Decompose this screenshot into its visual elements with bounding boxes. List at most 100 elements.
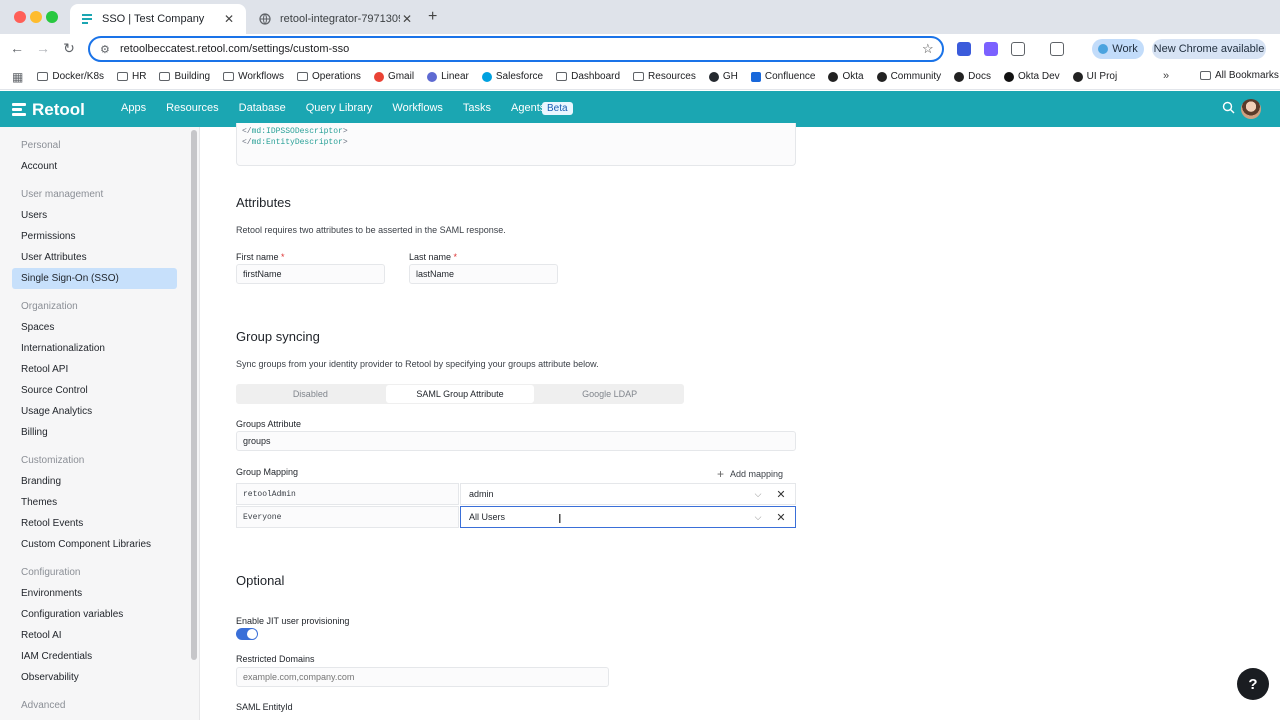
bookmark-item[interactable]: Docs <box>954 71 991 82</box>
search-icon[interactable] <box>1222 101 1235 117</box>
sidebar-item-billing[interactable]: Billing <box>21 427 48 438</box>
help-button[interactable]: ? <box>1237 668 1269 700</box>
forward-arrow-icon[interactable]: → <box>34 40 52 56</box>
retool-logo[interactable]: Retool <box>12 100 85 120</box>
update-chrome-button[interactable]: New Chrome available <box>1152 39 1266 59</box>
sidebar-scrollbar[interactable] <box>191 130 197 660</box>
bookmark-item[interactable]: UI Proj <box>1072 71 1117 82</box>
folder-icon <box>159 72 171 81</box>
remove-mapping-close-icon[interactable]: ✕ <box>775 488 787 501</box>
more-bookmarks-chevron-icon[interactable]: » <box>1163 70 1169 82</box>
window-close-button[interactable] <box>14 11 26 23</box>
sidebar-item-source-control[interactable]: Source Control <box>21 385 88 396</box>
jit-provisioning-toggle[interactable] <box>236 628 258 640</box>
chevron-down-icon[interactable]: ⌵ <box>751 512 765 523</box>
all-bookmarks[interactable]: All Bookmarks <box>1200 70 1279 81</box>
last-name-field[interactable]: lastName <box>409 264 558 284</box>
mapping-key-field[interactable]: retoolAdmin <box>236 483 459 505</box>
back-arrow-icon[interactable]: ← <box>8 40 26 56</box>
sidebar-item-account[interactable]: Account <box>21 161 57 172</box>
avatar[interactable] <box>1241 99 1261 119</box>
reload-icon[interactable]: ↻ <box>60 40 78 57</box>
bookmark-item[interactable]: Building <box>159 71 210 82</box>
retool-favicon-icon <box>80 12 94 26</box>
sidebar-item-custom-component-libraries[interactable]: Custom Component Libraries <box>21 539 151 550</box>
profile-button[interactable]: Work <box>1092 39 1144 59</box>
new-tab-icon[interactable]: + <box>428 8 437 26</box>
bookmark-item[interactable]: Confluence <box>750 71 815 82</box>
sidebar-item-internationalization[interactable]: Internationalization <box>21 343 105 354</box>
chevron-down-icon[interactable]: ⌵ <box>751 489 765 500</box>
sidebar-item-sso[interactable]: Single Sign-On (SSO) <box>21 273 119 284</box>
bookmark-item[interactable]: Gmail <box>373 71 415 82</box>
gmail-icon <box>373 71 384 82</box>
folder-icon <box>1200 71 1211 80</box>
site-settings-icon[interactable]: ⚙ <box>100 43 114 56</box>
bookmark-item[interactable]: Okta <box>828 71 864 82</box>
sidebar-item-configuration-variables[interactable]: Configuration variables <box>21 609 123 620</box>
sidebar-item-users[interactable]: Users <box>21 210 47 221</box>
puzzle-icon[interactable] <box>1011 42 1025 56</box>
nav-resources[interactable]: Resources <box>166 102 219 114</box>
browser-tab-sso[interactable]: SSO | Test Company ✕ <box>70 4 246 34</box>
apps-grid-icon[interactable]: ▦ <box>12 70 23 84</box>
mapping-group-select[interactable]: admin ⌵ ✕ <box>460 483 796 505</box>
bookmark-item[interactable]: Linear <box>427 71 469 82</box>
globe-icon <box>258 12 272 26</box>
sidebar-item-permissions[interactable]: Permissions <box>21 231 75 242</box>
sidebar-item-spaces[interactable]: Spaces <box>21 322 54 333</box>
bookmark-item[interactable]: Community <box>876 71 942 82</box>
sidebar-item-retool-ai[interactable]: Retool AI <box>21 630 62 641</box>
nav-database[interactable]: Database <box>239 102 286 114</box>
saml-entity-id-label: SAML EntityId <box>236 702 293 712</box>
extension-icon[interactable] <box>984 42 998 56</box>
nav-apps[interactable]: Apps <box>121 102 146 114</box>
bookmark-item[interactable]: Docker/K8s <box>37 71 104 82</box>
remove-mapping-close-icon[interactable]: ✕ <box>775 511 787 524</box>
add-mapping-button[interactable]: + Add mapping <box>717 467 783 481</box>
mode-saml-group-attribute-tab[interactable]: SAML Group Attribute <box>385 385 535 403</box>
sidebar-item-observability[interactable]: Observability <box>21 672 79 683</box>
address-bar[interactable]: ⚙ retoolbeccatest.retool.com/settings/cu… <box>88 36 944 62</box>
window-maximize-button[interactable] <box>46 11 58 23</box>
mapping-group-select[interactable]: All Users ⌵ ✕ <box>460 506 796 528</box>
first-name-field[interactable]: firstName <box>236 264 385 284</box>
xml-tag: md:IDPSSODescriptor <box>251 127 343 136</box>
sidebar-item-user-attributes[interactable]: User Attributes <box>21 252 87 263</box>
restricted-domains-input[interactable] <box>236 667 609 687</box>
close-tab-icon[interactable]: ✕ <box>222 12 236 26</box>
close-tab-icon[interactable]: ✕ <box>400 12 414 26</box>
nav-agents[interactable]: Agents <box>511 102 545 114</box>
bookmark-label: Community <box>890 71 942 82</box>
sidebar-item-usage-analytics[interactable]: Usage Analytics <box>21 406 92 417</box>
bookmark-item[interactable]: Workflows <box>223 71 284 82</box>
sidebar-item-branding[interactable]: Branding <box>21 476 61 487</box>
bookmark-item[interactable]: Resources <box>633 71 696 82</box>
bookmark-item[interactable]: Okta Dev <box>1003 71 1060 82</box>
tab-search-icon[interactable] <box>1050 42 1064 56</box>
nav-tasks[interactable]: Tasks <box>463 102 491 114</box>
extension-icon[interactable] <box>957 42 971 56</box>
mode-disabled-tab[interactable]: Disabled <box>236 384 385 404</box>
bookmark-star-icon[interactable]: ☆ <box>922 41 942 57</box>
nav-query-library[interactable]: Query Library <box>306 102 373 114</box>
mapping-key-field[interactable]: Everyone <box>236 506 459 528</box>
window-minimize-button[interactable] <box>30 11 42 23</box>
bookmark-item[interactable]: Salesforce <box>481 71 543 82</box>
bookmark-item[interactable]: GH <box>708 71 738 82</box>
sidebar-item-environments[interactable]: Environments <box>21 588 82 599</box>
bookmark-item[interactable]: Operations <box>297 71 361 82</box>
folder-icon <box>223 72 235 81</box>
groups-attribute-field[interactable]: groups <box>236 431 796 451</box>
nav-workflows[interactable]: Workflows <box>392 102 443 114</box>
sidebar-item-iam-credentials[interactable]: IAM Credentials <box>21 651 92 662</box>
sidebar-item-retool-events[interactable]: Retool Events <box>21 518 83 529</box>
bookmark-item[interactable]: Dashboard <box>556 71 620 82</box>
browser-tab-integrator[interactable]: retool-integrator-7971309 - I ✕ <box>248 4 424 34</box>
sidebar-item-retool-api[interactable]: Retool API <box>21 364 68 375</box>
mode-google-ldap-tab[interactable]: Google LDAP <box>535 384 684 404</box>
main-nav: Apps Resources Database Query Library Wo… <box>121 102 565 114</box>
sidebar-item-themes[interactable]: Themes <box>21 497 57 508</box>
bookmark-item[interactable]: HR <box>117 71 146 82</box>
bookmark-label: Gmail <box>387 71 415 82</box>
